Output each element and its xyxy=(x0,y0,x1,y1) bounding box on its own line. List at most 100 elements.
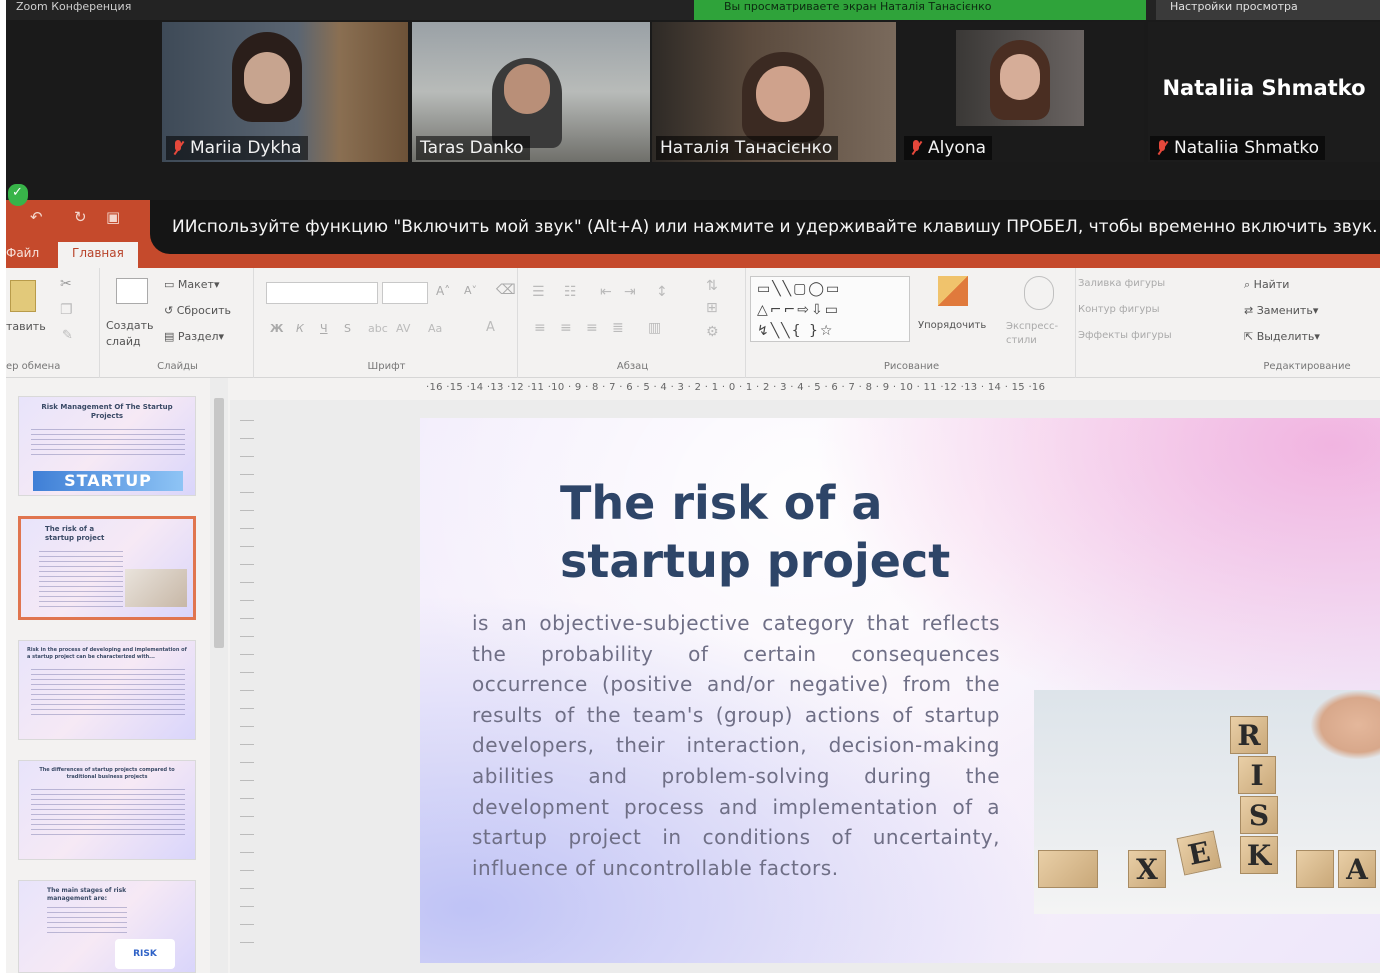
clear-formatting-icon[interactable]: ⌫ xyxy=(496,282,516,298)
ribbon-group-paragraph: ☰ ☷ ⇤ ⇥ ↕ ⇅ ⊞ ⚙ ≡ ≡ ≡ ≣ ▥ Абзац xyxy=(520,268,746,378)
justify-icon[interactable]: ≣ xyxy=(612,320,624,336)
pointer-icon: ⇱ xyxy=(1244,330,1257,343)
increase-indent-icon[interactable]: ⇥ xyxy=(624,284,636,300)
font-color-icon[interactable]: A xyxy=(486,320,495,335)
viewing-screen-indicator[interactable]: Вы просматриваете экран Наталія Танасієн… xyxy=(694,0,1146,20)
cut-icon[interactable]: ✂ xyxy=(60,276,72,292)
letter-cube: E xyxy=(1176,830,1222,876)
participant-name-label: Mariia Dykha xyxy=(166,136,308,160)
text-direction-icon[interactable]: ⇅ xyxy=(706,278,718,294)
undo-icon[interactable]: ↶ xyxy=(30,208,43,226)
reset-button[interactable]: ↺ Сбросить xyxy=(164,304,231,317)
participant-display-name: Nataliia Shmatko xyxy=(1162,76,1366,100)
thumbnail-photo xyxy=(125,569,187,607)
decrease-indent-icon[interactable]: ⇤ xyxy=(600,284,612,300)
italic-button[interactable]: К xyxy=(296,322,304,335)
replace-button[interactable]: ⇄ Заменить▾ xyxy=(1244,304,1318,317)
quick-styles-icon[interactable] xyxy=(1024,276,1054,310)
ribbon-group-drawing: ▭╲╲▢◯▭ △⌐⌐⇨⇩▭ ↯╲╲{ }☆ Упорядочить Экспре… xyxy=(748,268,1076,378)
align-center-icon[interactable]: ≡ xyxy=(560,320,572,336)
shadow-button[interactable]: S xyxy=(344,322,351,335)
participant-name-label: Taras Danko xyxy=(416,136,530,160)
align-left-icon[interactable]: ≡ xyxy=(534,320,546,336)
align-text-icon[interactable]: ⊞ xyxy=(706,300,718,316)
replace-label: Заменить xyxy=(1256,304,1313,317)
ruler-scale: ·16 ·15 ·14 ·13 ·12 ·11 ·10 · 9 · 8 · 7 … xyxy=(426,382,1046,393)
change-case-icon[interactable]: Aa xyxy=(428,322,442,335)
section-label: Раздел xyxy=(177,330,219,343)
participant-name: Mariia Dykha xyxy=(190,138,302,158)
char-spacing-icon[interactable]: AV xyxy=(396,322,410,335)
scrollbar-thumb[interactable] xyxy=(214,398,224,648)
start-slideshow-icon[interactable]: ▣ xyxy=(106,208,120,226)
thumbnail-text-lines xyxy=(47,907,127,933)
ppt-quick-access-bar: ↶ ↻ ▣ xyxy=(6,200,152,240)
slide-body-text[interactable]: is an objective-subjective category that… xyxy=(472,608,1000,883)
participant-face xyxy=(504,64,550,114)
participant-tile[interactable]: Taras Danko xyxy=(412,22,650,162)
reset-label: Сбросить xyxy=(176,304,231,317)
ribbon-group-shape-format: Заливка фигуры Контур фигуры Эффекты фиг… xyxy=(1078,268,1232,378)
paste-button[interactable]: тавить xyxy=(6,320,46,333)
grow-font-icon[interactable]: A˄ xyxy=(436,284,450,298)
numbering-icon[interactable]: ☷ xyxy=(564,284,577,300)
font-size-dropdown[interactable] xyxy=(382,282,428,304)
new-slide-icon[interactable] xyxy=(116,278,148,304)
tab-file[interactable]: Файл xyxy=(6,246,39,260)
current-slide[interactable]: The risk of a startup project is an obje… xyxy=(420,418,1380,963)
slide-thumbnail-selected[interactable]: The risk of a startup project xyxy=(18,516,196,620)
redo-icon[interactable]: ↻ xyxy=(74,208,87,226)
find-button[interactable]: ⌕ Найти xyxy=(1244,278,1289,292)
ribbon-group-clipboard: тавить ✂ ❐ ✎ ер обмена xyxy=(6,268,100,378)
align-right-icon[interactable]: ≡ xyxy=(586,320,598,336)
strikethrough-icon[interactable]: abc xyxy=(368,322,388,335)
thumbnail-title: Risk in the process of developing and im… xyxy=(27,647,187,660)
section-button[interactable]: ▤ Раздел▾ xyxy=(164,330,224,343)
risk-cubes-photo[interactable]: R I S K X E A xyxy=(1034,690,1380,914)
search-icon: ⌕ xyxy=(1244,278,1254,291)
participant-tile-no-video[interactable]: Nataliia Shmatko Nataliia Shmatko xyxy=(1148,22,1380,162)
underline-button[interactable]: Ч xyxy=(320,322,328,335)
mic-muted-icon xyxy=(908,138,924,158)
hand-image xyxy=(1310,690,1380,760)
slide-thumbnail[interactable]: The main stages of risk management are: … xyxy=(18,880,196,973)
bold-button[interactable]: Ж xyxy=(270,322,283,335)
font-name-dropdown[interactable] xyxy=(266,282,378,304)
line-spacing-icon[interactable]: ↕ xyxy=(656,284,668,300)
paste-icon[interactable] xyxy=(10,280,36,312)
participant-tile-active-speaker[interactable]: Наталія Танасієнко xyxy=(652,22,896,162)
tab-home[interactable]: Главная xyxy=(58,242,138,268)
slide-title[interactable]: The risk of a startup project xyxy=(560,474,1020,590)
shrink-font-icon[interactable]: A˅ xyxy=(464,284,477,297)
zoom-participant-strip: Zoom Конференция Вы просматриваете экран… xyxy=(6,0,1380,200)
participant-tile[interactable]: Mariia Dykha xyxy=(162,22,408,162)
quick-styles-button[interactable]: Экспресс-стили xyxy=(1006,320,1072,348)
zoom-window-title: Zoom Конференция xyxy=(16,0,132,13)
shape-fill-button[interactable]: Заливка фигуры xyxy=(1078,278,1165,289)
drawing-group-label: Рисование xyxy=(883,361,940,372)
thumbnail-scrollbar[interactable] xyxy=(210,378,228,973)
participant-name: Nataliia Shmatko xyxy=(1174,138,1320,158)
new-slide-button[interactable]: Создать слайд xyxy=(106,318,158,350)
layout-button[interactable]: ▭ Макет▾ xyxy=(164,278,219,291)
shapes-gallery[interactable]: ▭╲╲▢◯▭ △⌐⌐⇨⇩▭ ↯╲╲{ }☆ xyxy=(750,276,910,342)
view-options-button[interactable]: Настройки просмотра xyxy=(1156,0,1380,20)
participant-tile[interactable]: Alyona xyxy=(900,22,1144,162)
shape-effects-button[interactable]: Эффекты фигуры xyxy=(1078,330,1172,341)
smartart-icon[interactable]: ⚙ xyxy=(706,324,719,340)
arrange-icon[interactable] xyxy=(938,276,968,306)
shape-outline-button[interactable]: Контур фигуры xyxy=(1078,304,1160,315)
select-button[interactable]: ⇱ Выделить▾ xyxy=(1244,330,1320,343)
participant-name: Taras Danko xyxy=(420,138,524,158)
slide-thumbnail[interactable]: Risk in the process of developing and im… xyxy=(18,640,196,740)
zoom-security-icon[interactable] xyxy=(8,184,28,206)
letter-cube: S xyxy=(1240,796,1278,834)
arrange-button[interactable]: Упорядочить xyxy=(918,320,986,331)
slide-thumbnail[interactable]: Risk Management Of The Startup Projects … xyxy=(18,396,196,496)
copy-icon[interactable]: ❐ xyxy=(60,302,73,318)
slide-thumbnail[interactable]: The differences of startup projects comp… xyxy=(18,760,196,860)
columns-icon[interactable]: ▥ xyxy=(648,320,661,336)
participant-face xyxy=(756,66,810,122)
bullets-icon[interactable]: ☰ xyxy=(532,284,545,300)
format-painter-icon[interactable]: ✎ xyxy=(62,328,73,343)
